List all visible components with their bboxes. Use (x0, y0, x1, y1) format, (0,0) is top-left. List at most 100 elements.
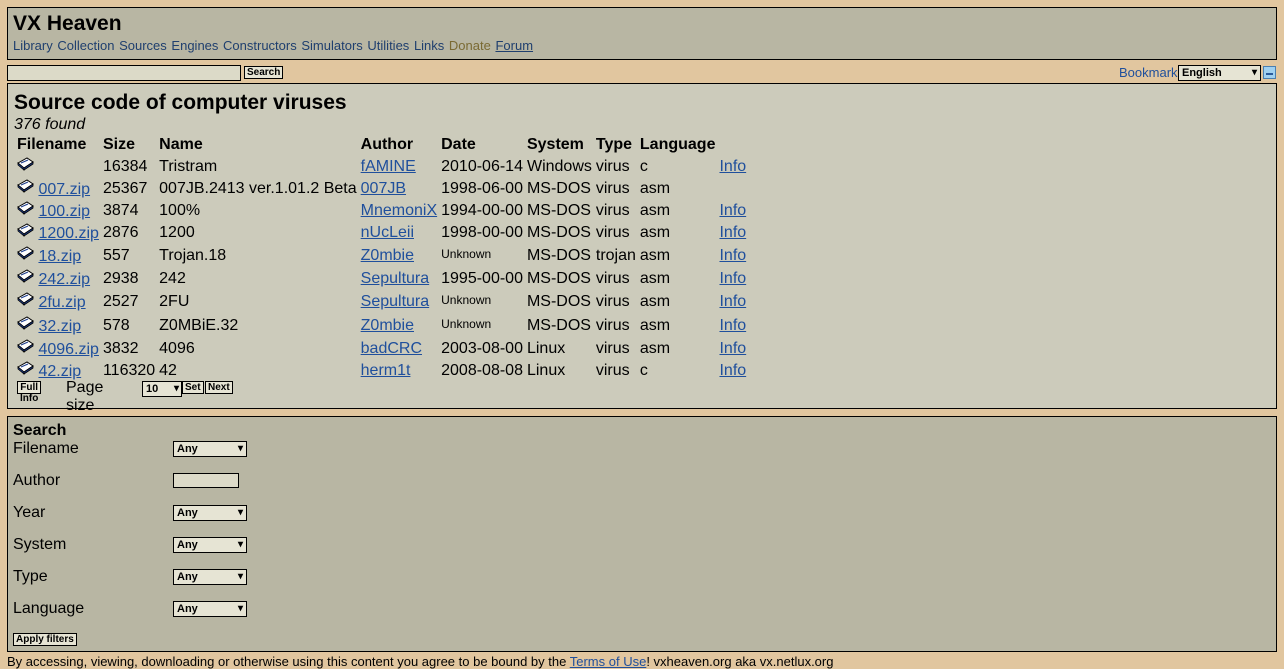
author-link[interactable]: Sepultura (361, 270, 430, 287)
size-cell: 3832 (102, 340, 139, 357)
author-link[interactable]: Z0mbie (361, 317, 414, 334)
system-filter-select[interactable]: Any ▾ (173, 537, 247, 553)
system-cell: MS-DOS (526, 202, 591, 219)
author-cell: badCRC (359, 338, 439, 360)
name-cell: 100% (159, 202, 201, 219)
info-link[interactable]: Info (719, 202, 746, 219)
language-cell: asm (639, 340, 671, 357)
info-link[interactable]: Info (719, 317, 746, 334)
nav-links[interactable]: Links (414, 38, 444, 53)
language-cell: c (639, 158, 648, 175)
apply-filters-button[interactable]: Apply filters (13, 633, 77, 646)
nav-simulators[interactable]: Simulators (301, 38, 362, 53)
download-disk-icon[interactable] (17, 223, 34, 242)
download-disk-icon[interactable] (17, 157, 34, 176)
filename-link[interactable]: 007.zip (38, 181, 90, 198)
nav-constructors[interactable]: Constructors (223, 38, 297, 53)
column-header-type: Type (595, 136, 633, 153)
nav-forum[interactable]: Forum (495, 38, 533, 53)
filename-link[interactable]: 2fu.zip (38, 294, 85, 311)
info-link[interactable]: Info (719, 270, 746, 287)
nav-donate[interactable]: Donate (449, 38, 491, 53)
system-cell: MS-DOS (526, 317, 591, 334)
page-size-value: 10 (146, 383, 159, 395)
filename-cell: 2fu.zip (15, 290, 101, 314)
filename-filter-select[interactable]: Any ▾ (173, 441, 247, 457)
next-button[interactable]: Next (205, 381, 233, 394)
language-filter-label: Language (13, 600, 85, 617)
filename-link[interactable]: 42.zip (38, 363, 81, 380)
site-header: VX Heaven Library Collection Sources Eng… (7, 7, 1277, 60)
results-table: Filename Size Name Author Date System Ty… (15, 134, 748, 382)
terms-of-use-link[interactable]: Terms of Use (570, 654, 647, 669)
nav-collection[interactable]: Collection (57, 38, 114, 53)
filename-link[interactable]: 242.zip (38, 271, 90, 288)
nav-library[interactable]: Library (13, 38, 53, 53)
nav-sources[interactable]: Sources (119, 38, 167, 53)
search-input[interactable] (7, 65, 241, 81)
author-filter-input[interactable] (173, 473, 239, 488)
nav-utilities[interactable]: Utilities (367, 38, 409, 53)
table-row: 2fu.zip 2527 2FU Sepultura Unknown MS-DOS viru… (15, 290, 748, 314)
date-cell: Unknown (441, 317, 492, 331)
download-disk-icon[interactable] (17, 316, 34, 335)
author-cell: herm1t (359, 360, 439, 382)
filename-cell: 32.zip (15, 314, 101, 338)
author-link[interactable]: herm1t (361, 362, 411, 379)
filename-link[interactable]: 32.zip (38, 318, 81, 335)
info-link[interactable]: Info (719, 158, 746, 175)
search-button[interactable]: Search (244, 66, 284, 79)
author-link[interactable]: Z0mbie (361, 247, 414, 264)
info-link[interactable]: Info (719, 362, 746, 379)
size-cell: 578 (102, 317, 130, 334)
full-info-button[interactable]: Full Info (17, 381, 42, 404)
info-link[interactable]: Info (719, 293, 746, 310)
name-cell: 007JB.2413 ver.1.01.2 Beta (159, 180, 357, 197)
page-size-select[interactable]: 10 ▾ (142, 381, 182, 397)
date-cell: 2003-08-00 (441, 340, 523, 357)
set-button[interactable]: Set (182, 381, 204, 394)
filename-link[interactable]: 18.zip (38, 248, 81, 265)
language-select[interactable]: English ▾ (1178, 65, 1261, 81)
download-disk-icon[interactable] (17, 269, 34, 288)
filename-link[interactable]: 1200.zip (38, 225, 99, 242)
column-header-system: System (526, 136, 584, 153)
filename-link[interactable]: 4096.zip (38, 341, 99, 358)
download-disk-icon[interactable] (17, 292, 34, 311)
table-row: 007.zip 25367 007JB.2413 ver.1.01.2 Beta 00… (15, 178, 748, 200)
author-link[interactable]: nUcLeii (361, 224, 414, 241)
language-cell: asm (639, 317, 671, 334)
info-link[interactable]: Info (719, 224, 746, 241)
bookmark-link[interactable]: Bookmark (1119, 65, 1178, 80)
language-filter-select[interactable]: Any ▾ (173, 601, 247, 617)
year-filter-select[interactable]: Any ▾ (173, 505, 247, 521)
type-filter-value: Any (177, 571, 198, 583)
info-link[interactable]: Info (719, 340, 746, 357)
download-disk-icon[interactable] (17, 201, 34, 220)
type-cell: virus (595, 224, 630, 241)
author-link[interactable]: MnemoniX (361, 202, 437, 219)
column-header-author: Author (360, 136, 414, 153)
download-disk-icon[interactable] (17, 339, 34, 358)
system-cell: MS-DOS (526, 224, 591, 241)
download-disk-icon[interactable] (17, 179, 34, 198)
author-link[interactable]: fAMINE (361, 158, 416, 175)
table-row: 42.zip 116320 42 herm1t 2008-08-08 Linux virus… (15, 360, 748, 382)
download-disk-icon[interactable] (17, 246, 34, 265)
filename-filter-value: Any (177, 443, 198, 455)
author-cell: nUcLeii (359, 222, 439, 244)
nav-engines[interactable]: Engines (171, 38, 218, 53)
language-select-value: English (1182, 67, 1222, 79)
size-cell: 557 (102, 247, 130, 264)
date-cell: 1994-00-00 (441, 202, 523, 219)
column-header-filename: Filename (17, 136, 87, 153)
filename-link[interactable]: 100.zip (38, 203, 90, 220)
type-filter-select[interactable]: Any ▾ (173, 569, 247, 585)
download-disk-icon[interactable] (17, 361, 34, 380)
info-link[interactable]: Info (719, 247, 746, 264)
bookmark-icon[interactable] (1263, 66, 1276, 79)
author-link[interactable]: badCRC (361, 340, 422, 357)
author-link[interactable]: Sepultura (361, 293, 430, 310)
results-count: 376 found (14, 116, 86, 133)
author-link[interactable]: 007JB (361, 180, 406, 197)
